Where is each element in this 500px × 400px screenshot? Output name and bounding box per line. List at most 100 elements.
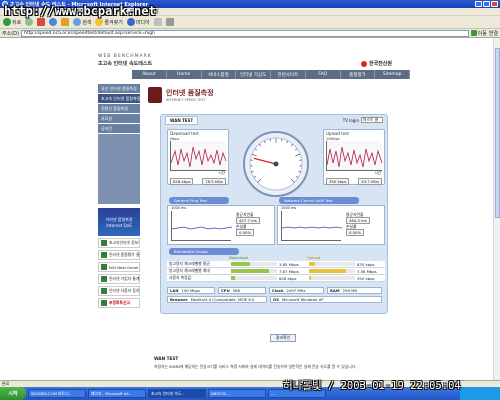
kt-logo-text: 한국전산원 (368, 61, 392, 67)
general-ping-title: General Ping Test (169, 197, 229, 204)
bandwidth-up-value: 7.58 Mbps (357, 268, 377, 274)
sidebar-link-icon (101, 240, 107, 246)
vertical-scrollbar[interactable] (493, 38, 500, 380)
bandwidth-up-value: 835 kbps (357, 261, 375, 267)
nav-item[interactable]: Sitemap (375, 70, 410, 79)
sidebar-link[interactable]: 인터넷 가입자 통계정보 (98, 274, 140, 284)
go-arrow-icon (470, 30, 477, 36)
sidebar-link-icon (101, 264, 107, 270)
bandwidth-up-bar (309, 269, 355, 273)
forward-arrow-icon (25, 18, 34, 26)
kt-logo-icon (360, 60, 367, 67)
search-button[interactable]: 검색 (73, 18, 91, 26)
nav-item[interactable]: Home (167, 70, 202, 79)
links-button[interactable]: 연결 (489, 30, 498, 37)
site-header: WEB BENCHMARK 초고속 인터넷 속도테스트 한국전산원 (90, 38, 410, 67)
env-clock: Clock 2497 MHz (269, 287, 324, 294)
sidebar-item[interactable]: 유선 인터넷 품질측정 (98, 84, 140, 93)
stop-button[interactable] (37, 18, 46, 26)
bw-header-upload: Upload (307, 255, 321, 260)
download-speed: 628 kbps (170, 178, 194, 185)
sidebar-link-icon (101, 252, 107, 258)
back-button[interactable]: 뒤로 (3, 18, 21, 26)
network-ping-ms: 1000 ms (281, 206, 297, 210)
nav-item[interactable]: 서비스품질 (202, 70, 237, 79)
sidebar-banner[interactable]: 이지넷 품질측정 Internet QoS (98, 208, 140, 236)
main-content: 인터넷 품질측정 INTERNET SPEED TEST WAN TEST TV… (148, 84, 410, 314)
download-graph-svg (171, 146, 227, 168)
bandwidth-down-cell: 7.67 Mbps (229, 269, 307, 274)
env-lan: LAN 100 Mbps (167, 287, 215, 294)
bandwidth-up-fill (309, 269, 346, 273)
nav-item[interactable]: 관련사이트 (271, 70, 306, 79)
bandwidth-up-fill (309, 276, 312, 280)
taskbar-item[interactable]: 페이지 - Microsoft Int.. (88, 389, 146, 398)
tv-login-field[interactable]: 마스트 클 (361, 117, 383, 123)
bandwidth-title: Bandwidth Gauge (169, 248, 239, 255)
sidebar-item[interactable]: 자료실 (98, 114, 140, 123)
sidebar-link-icon (101, 300, 107, 306)
site-logo-kr[interactable]: 초고속 인터넷 속도테스트 (98, 60, 152, 67)
bandwidth-down-fill (231, 276, 235, 280)
env-ram: RAM 256 MB (327, 287, 382, 294)
minimize-button[interactable] (475, 1, 482, 7)
general-ping-ms: 1000 ms (171, 206, 187, 210)
site-logo-en[interactable]: WEB BENCHMARK (98, 54, 152, 59)
wan-test-description: 측정자는 60MB에 해당하는 전송크기를 서비스 측정 서버와 실제 데이터를… (154, 364, 357, 369)
go-button[interactable]: 이동 (470, 30, 487, 37)
wan-test-description-title: WAN TEST (154, 356, 179, 361)
system-tray (460, 387, 500, 400)
home-button[interactable] (61, 18, 70, 26)
print-button[interactable] (165, 18, 174, 26)
sidebar-link[interactable]: 부정루트신고 (98, 298, 140, 308)
network-ping-loss: 0.00% (346, 229, 365, 236)
general-ping-graph (171, 211, 233, 241)
general-ping-svg (171, 226, 233, 230)
media-button[interactable]: 미디어 (126, 18, 150, 26)
home-icon (61, 18, 70, 26)
bandwidth-down-bar (231, 269, 277, 273)
bandwidth-up-bar (309, 276, 355, 280)
speed-gauge (241, 129, 311, 199)
sidebar-link[interactable]: 인터넷 사용자 동의서 (98, 286, 140, 296)
nav-item[interactable]: About (132, 70, 167, 79)
taskbar-item[interactable]: NBPC30 .. (208, 389, 266, 398)
kt-logo: 한국전산원 (360, 60, 392, 67)
sidebar-item[interactable]: 전용선 품질측정 (98, 104, 140, 113)
sidebar-item[interactable]: 공지란 (98, 124, 140, 133)
favorites-button[interactable]: 즐겨찾기 (95, 18, 123, 26)
bandwidth-down-value: 3.85 Mbps (279, 261, 299, 267)
sidebar-link[interactable]: NGI Next Generation Internet (98, 262, 140, 272)
stop-icon (37, 18, 46, 26)
mail-button[interactable] (153, 18, 162, 26)
sidebar-link[interactable]: 초고속인터넷 정보센터 (98, 238, 140, 248)
nav-item[interactable]: FAQ (306, 70, 341, 79)
upload-graph-svg (327, 146, 383, 168)
sidebar-link-label: NGI Next Generation Internet (109, 264, 139, 270)
taskbar-item[interactable]: SKYWEB.COM 파트너.. (28, 389, 86, 398)
bandwidth-up-bar (309, 262, 355, 266)
bandwidth-up-cell: 350 kbps (307, 276, 385, 281)
site-nav: About Home 서비스품질 인터넷 가상도 관련사이트 FAQ 품질평가 Sitemap (132, 70, 410, 79)
sidebar-link-label: 인터넷 가입자 통계정보 (109, 276, 140, 281)
close-button[interactable] (491, 1, 498, 7)
refresh-button[interactable] (49, 18, 58, 26)
forward-button[interactable] (25, 18, 34, 26)
sidebar-link[interactable]: 인터넷 품질평가 결과 (98, 250, 140, 260)
nav-item[interactable]: 품질평가 (341, 70, 376, 79)
maximize-button[interactable] (483, 1, 490, 7)
bandwidth-down-fill (231, 269, 269, 273)
tab-wan-test[interactable]: WAN TEST (165, 115, 199, 125)
general-ping-avg: 427.7 ms (236, 217, 260, 224)
scrollbar-thumb[interactable] (495, 48, 500, 218)
start-button[interactable]: 시작 (0, 387, 26, 400)
confirm-result-button[interactable]: 결과확인 (270, 334, 296, 342)
media-icon (126, 18, 135, 26)
nav-item[interactable]: 인터넷 가상도 (236, 70, 271, 79)
bandwidth-down-cell: 628 kbps (229, 276, 307, 281)
sidebar-link-label: 인터넷 사용자 동의서 (109, 288, 140, 293)
address-input[interactable]: http://speed.nca.or.kr/speedtest/default… (20, 29, 469, 37)
sidebar-item[interactable]: 초고속 인터넷 품질측정 (98, 94, 140, 103)
sidebar-spacer (98, 134, 140, 204)
taskbar-item[interactable]: 초고속 인터넷 속도.. (148, 389, 206, 398)
